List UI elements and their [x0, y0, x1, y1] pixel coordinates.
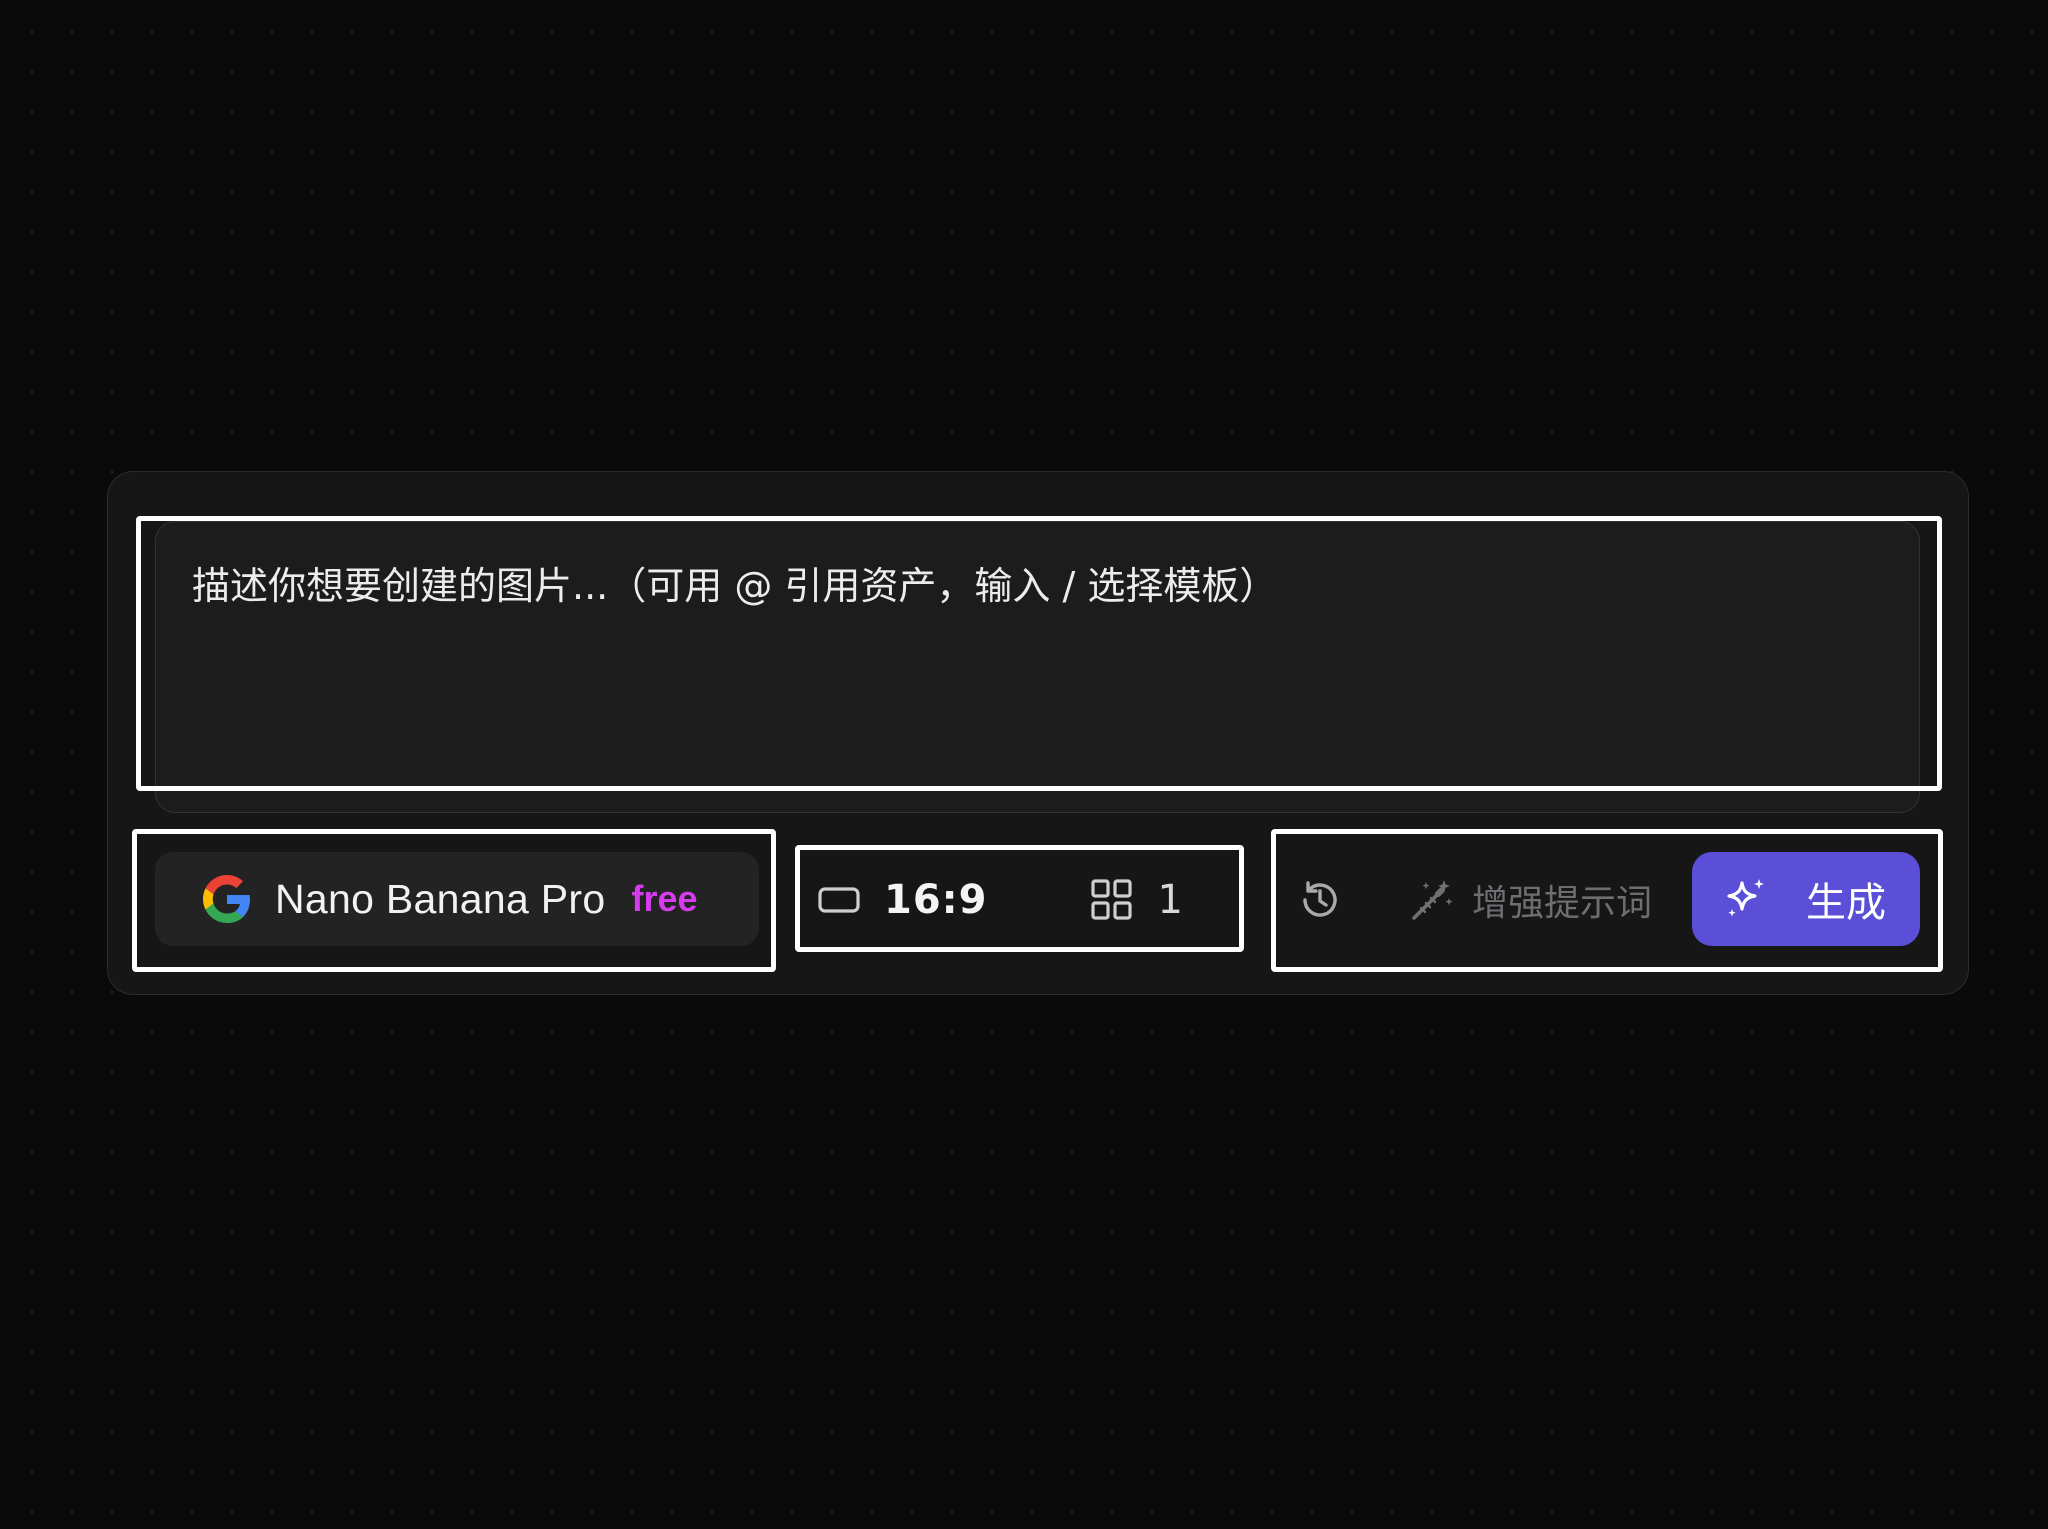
generate-label: 生成: [1806, 880, 1886, 926]
generation-settings: 16:9 1: [800, 853, 1236, 947]
rectangle-icon: [818, 887, 860, 913]
grid-icon: [1090, 879, 1132, 920]
free-badge: free: [631, 878, 698, 919]
enhance-prompt-button[interactable]: 增强提示词: [1408, 872, 1652, 928]
aspect-ratio-button[interactable]: 16:9: [818, 877, 988, 923]
aspect-ratio-value: 16:9: [884, 877, 988, 923]
prompt-textarea[interactable]: 描述你想要创建的图片...（可用 @ 引用资产，输入 / 选择模板）: [155, 521, 1920, 813]
image-count-value: 1: [1157, 877, 1183, 923]
google-g-icon: [203, 875, 250, 923]
model-selector-button[interactable]: Nano Banana Pro free: [155, 852, 759, 946]
prompt-placeholder[interactable]: 描述你想要创建的图片...（可用 @ 引用资产，输入 / 选择模板）: [192, 562, 1883, 611]
enhance-prompt-label: 增强提示词: [1472, 883, 1653, 924]
history-button[interactable]: [1296, 876, 1344, 924]
model-name: Nano Banana Pro: [275, 875, 606, 922]
history-icon: [1303, 881, 1337, 917]
generate-button[interactable]: 生成: [1692, 852, 1920, 946]
image-count-button[interactable]: 1: [1090, 877, 1183, 923]
sparkle-icon: [1727, 879, 1764, 917]
magic-wand-icon: [1412, 880, 1453, 920]
